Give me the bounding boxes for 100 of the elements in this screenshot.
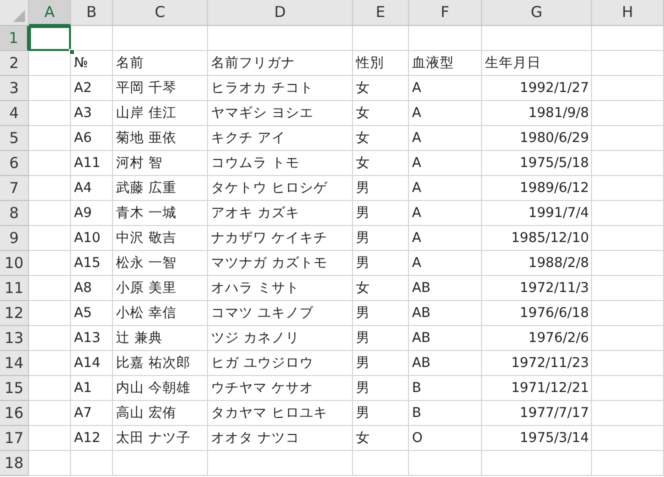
table-cell-text: 男: [355, 379, 371, 398]
table-cell-text: B: [411, 379, 422, 398]
row-header[interactable]: 7: [0, 176, 29, 201]
table-cell-text: コマツ ユキノブ: [210, 304, 314, 324]
table-cell-text: A15: [73, 254, 102, 274]
table-cell-text: 武藤 広重: [115, 179, 178, 198]
corner-triangle-icon: [13, 10, 25, 22]
row-header[interactable]: 1: [0, 26, 29, 51]
table-cell-text: キクチ アイ: [210, 129, 286, 148]
table-cell-text: AB: [411, 279, 432, 298]
table-cell-text: 1991/7/4: [527, 204, 590, 224]
row-header[interactable]: 14: [0, 351, 29, 376]
row-header[interactable]: 17: [0, 426, 29, 451]
table-cell-text: 女: [355, 279, 371, 298]
column-header[interactable]: F: [409, 0, 482, 26]
table-cell-text: 名前フリガナ: [210, 54, 296, 74]
row-header[interactable]: 5: [0, 126, 29, 151]
table-cell-text: 1976/2/6: [527, 329, 590, 348]
table-cell-text: A: [411, 129, 422, 148]
row-header[interactable]: 15: [0, 376, 29, 401]
table-cell-text: A: [411, 254, 422, 274]
row-header[interactable]: 4: [0, 101, 29, 126]
table-cell-text: A3: [73, 104, 93, 124]
table-cell-text: 内山 今朝雄: [115, 379, 192, 398]
table-cell-text: 小原 美里: [115, 279, 178, 298]
row-header[interactable]: 12: [0, 301, 29, 326]
table-cell-text: ウチヤマ ケサオ: [210, 379, 314, 398]
table-cell-text: 1972/11/23: [510, 354, 590, 374]
table-cell-text: ヤマギシ ヨシエ: [210, 104, 314, 124]
table-cell-text: №: [73, 54, 90, 74]
table-cell-text: ヒガ ユウジロウ: [210, 354, 314, 374]
table-cell-text: オオタ ナツコ: [210, 429, 300, 448]
table-cell-text: 男: [355, 329, 371, 348]
table-cell-text: 太田 ナツ子: [115, 429, 192, 448]
row-header[interactable]: 11: [0, 276, 29, 301]
table-cell-text: 男: [355, 204, 371, 224]
table-cell-text: 菊地 亜依: [115, 129, 178, 148]
column-header[interactable]: A: [29, 0, 71, 26]
table-cell-text: 1981/9/8: [527, 104, 590, 124]
row-header[interactable]: 6: [0, 151, 29, 176]
table-cell-text: 青木 一城: [115, 204, 178, 224]
row-header[interactable]: 18: [0, 451, 29, 476]
table-cell-text: A12: [73, 429, 102, 448]
table-cell-text: 小松 幸信: [115, 304, 178, 324]
table-cell-text: 女: [355, 104, 371, 124]
table-cell-text: 女: [355, 129, 371, 148]
table-cell-text: 河村 智: [115, 154, 164, 174]
table-cell-text: タケトウ ヒロシゲ: [210, 179, 328, 198]
table-cell-text: ヒラオカ チコト: [210, 79, 314, 98]
table-cell-text: A: [411, 79, 422, 98]
table-cell-text: 辻 兼典: [115, 329, 164, 348]
table-cell-text: 1972/11/3: [518, 279, 590, 298]
table-cell-text: 生年月日: [484, 54, 542, 74]
table-cell-text: 1989/6/12: [518, 179, 590, 198]
column-header[interactable]: G: [482, 0, 592, 26]
table-cell-text: 比嘉 祐次郎: [115, 354, 192, 374]
table-cell-text: 1975/5/18: [518, 154, 590, 174]
row-header[interactable]: 10: [0, 251, 29, 276]
table-cell-text: 男: [355, 179, 371, 198]
column-header[interactable]: C: [113, 0, 208, 26]
table-cell-text: A14: [73, 354, 102, 374]
table-cell-text: 1976/6/18: [518, 304, 590, 324]
table-cell-text: マツナガ カズトモ: [210, 254, 328, 274]
row-header[interactable]: 9: [0, 226, 29, 251]
table-cell-text: A: [411, 204, 422, 224]
row-header[interactable]: 8: [0, 201, 29, 226]
table-cell-text: 女: [355, 154, 371, 174]
table-cell-text: 男: [355, 254, 371, 274]
table-cell-text: 1980/6/29: [518, 129, 590, 148]
table-cell-text: ツジ カネノリ: [210, 329, 300, 348]
table-cell-text: A11: [73, 154, 102, 174]
table-cell-text: 女: [355, 429, 371, 448]
table-cell-text: 性別: [354, 54, 385, 74]
row-header[interactable]: 13: [0, 326, 29, 351]
column-header[interactable]: B: [71, 0, 113, 26]
table-cell-text: タカヤマ ヒロユキ: [210, 404, 328, 424]
table-cell-text: 血液型: [411, 54, 455, 74]
column-header[interactable]: D: [208, 0, 353, 26]
fill-handle[interactable]: [69, 49, 75, 55]
table-cell-text: 平岡 千琴: [115, 79, 178, 98]
table-cell-text: A5: [73, 304, 93, 324]
table-cell-text: 松永 一智: [115, 254, 178, 274]
table-cell-text: AB: [411, 354, 432, 374]
table-cell-text: 男: [355, 304, 371, 324]
row-header[interactable]: 16: [0, 401, 29, 426]
table-cell-text: A: [411, 229, 422, 248]
table-cell-text: A: [411, 154, 422, 174]
row-header[interactable]: 2: [0, 51, 29, 76]
column-header[interactable]: H: [592, 0, 664, 26]
column-header[interactable]: E: [353, 0, 409, 26]
table-cell-text: 1977/7/17: [518, 404, 590, 424]
table-cell-text: A10: [73, 229, 102, 248]
table-cell-text: 男: [355, 229, 371, 248]
row-header[interactable]: 3: [0, 76, 29, 101]
table-cell-text: 高山 宏侑: [115, 404, 178, 424]
table-cell-text: A9: [73, 204, 93, 224]
table-cell-text: 女: [355, 79, 371, 98]
table-cell-text: B: [411, 404, 422, 424]
table-cell-text: 山岸 佳江: [115, 104, 178, 124]
table-cell-text: 名前: [115, 54, 145, 74]
